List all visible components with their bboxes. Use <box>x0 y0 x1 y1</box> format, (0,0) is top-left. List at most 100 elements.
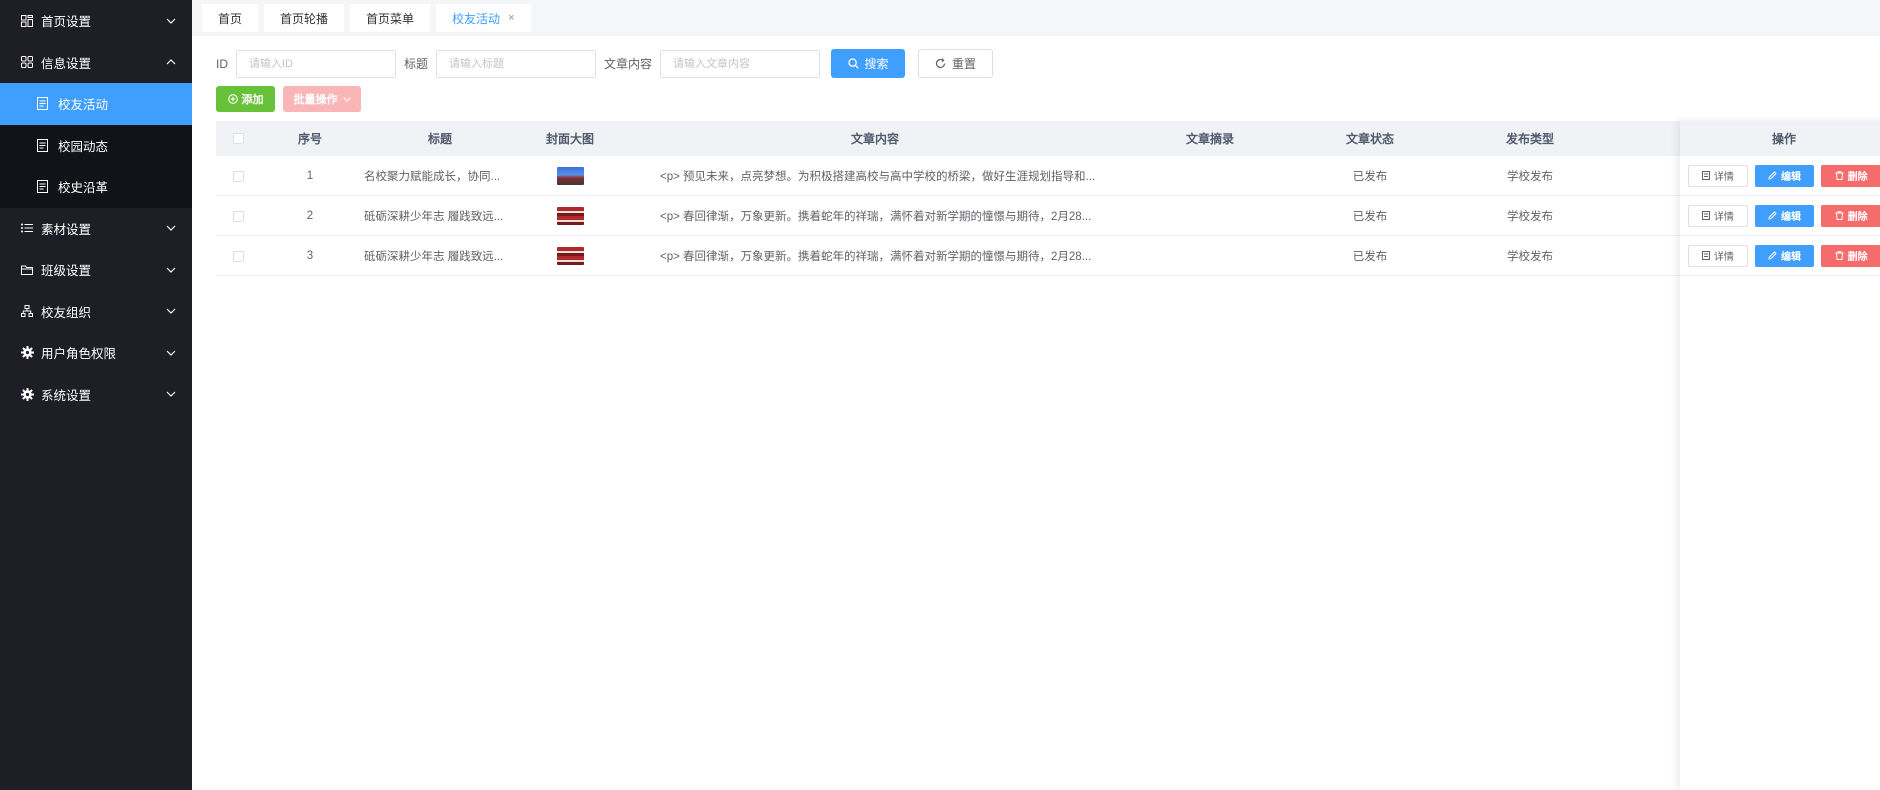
column-header: 序号 <box>297 132 322 146</box>
cell-no: 2 <box>306 210 314 222</box>
action-bar: 添加 批量操作 <box>216 86 361 112</box>
delete-button[interactable]: 删除 <box>1821 204 1880 227</box>
sidebar-item-user-role-permissions[interactable]: 用户角色权限 <box>0 332 192 374</box>
tab-label: 首页轮播 <box>280 11 329 26</box>
header-checkbox-cell <box>216 121 260 156</box>
detail-button[interactable]: 详情 <box>1688 204 1748 227</box>
operations-row: 详情 编辑 删除 <box>1680 156 1880 196</box>
select-all-checkbox[interactable] <box>232 133 244 144</box>
sidebar-subitem-alumni-activities[interactable]: 校友活动 <box>0 83 192 125</box>
sidebar-subitem-label: 校友活动 <box>58 98 109 113</box>
delete-button[interactable]: 删除 <box>1821 164 1880 187</box>
tabs-bar: 首页 首页轮播 首页菜单 校友活动 × <box>192 0 1880 36</box>
cell-cover <box>520 236 620 276</box>
folder-icon <box>20 263 34 277</box>
cell-type: 学校发布 <box>1507 171 1553 183</box>
cell-no: 1 <box>306 170 314 182</box>
sidebar-subitem-school-history[interactable]: 校史沿革 <box>0 166 192 208</box>
chevron-down-icon <box>166 16 176 26</box>
batch-actions-button[interactable]: 批量操作 <box>283 86 361 112</box>
operations-row: 详情 编辑 删除 <box>1680 236 1880 276</box>
cell-content: <p> 春回律渐，万象更新。携着蛇年的祥瑞，满怀着对新学期的憧憬与期待，2月28… <box>660 211 1092 223</box>
sidebar-item-material-settings[interactable]: 素材设置 <box>0 208 192 250</box>
row-checkbox-cell <box>216 236 260 276</box>
detail-button-label: 详情 <box>1713 252 1734 263</box>
delete-button-label: 删除 <box>1847 172 1868 183</box>
cover-thumbnail[interactable] <box>556 247 584 265</box>
tab-home[interactable]: 首页 <box>202 4 259 32</box>
row-checkbox[interactable] <box>232 210 244 222</box>
trash-icon <box>1835 171 1844 180</box>
reset-button-label: 重置 <box>952 57 977 71</box>
tab-home-menu[interactable]: 首页菜单 <box>350 4 431 32</box>
id-input[interactable] <box>236 49 396 78</box>
column-header: 发布类型 <box>1505 132 1554 146</box>
main-content: 首页 首页轮播 首页菜单 校友活动 × ID 标题 文章内容 搜索 重置 添加 … <box>192 0 1880 790</box>
table-row: 3 砥砺深耕少年志 履践致远... <p> 春回律渐，万象更新。携着蛇年的祥瑞，… <box>216 236 1872 276</box>
document-icon <box>36 138 49 152</box>
cell-status: 已发布 <box>1352 171 1388 183</box>
cover-thumbnail[interactable] <box>556 207 584 225</box>
batch-actions-label: 批量操作 <box>293 94 338 106</box>
detail-button[interactable]: 详情 <box>1688 164 1748 187</box>
column-header: 文章摘录 <box>1185 132 1234 146</box>
sidebar-item-label: 信息设置 <box>41 56 92 71</box>
edit-button[interactable]: 编辑 <box>1754 204 1815 227</box>
column-header: 文章内容 <box>850 132 899 146</box>
dashboard-icon <box>20 14 34 28</box>
sidebar-item-system-settings[interactable]: 系统设置 <box>0 374 192 416</box>
content-input[interactable] <box>660 49 821 78</box>
cell-excerpt <box>1130 196 1290 236</box>
cell-excerpt <box>1130 156 1290 196</box>
cell-status: 已发布 <box>1352 251 1388 263</box>
column-header: 文章状态 <box>1345 132 1394 146</box>
search-button[interactable]: 搜索 <box>831 49 906 78</box>
tab-label: 首页 <box>218 11 243 26</box>
search-icon <box>847 58 859 69</box>
detail-button[interactable]: 详情 <box>1688 244 1748 267</box>
tab-alumni-activities[interactable]: 校友活动 × <box>436 4 531 32</box>
delete-button-label: 删除 <box>1847 212 1868 223</box>
row-checkbox[interactable] <box>232 170 244 182</box>
cover-thumbnail[interactable] <box>556 167 584 185</box>
sidebar-item-home-settings[interactable]: 首页设置 <box>0 0 192 42</box>
row-checkbox[interactable] <box>232 250 244 262</box>
cell-title: 砥砺深耕少年志 履践致远... <box>364 251 504 263</box>
sidebar-subitem-label: 校园动态 <box>58 139 109 154</box>
gear-icon <box>20 346 34 360</box>
cell-title: 砥砺深耕少年志 履践致远... <box>364 211 504 223</box>
column-header: 标题 <box>427 132 452 146</box>
trash-icon <box>1835 211 1844 220</box>
chevron-down-icon <box>166 348 176 358</box>
pencil-icon <box>1768 211 1777 220</box>
org-icon <box>20 304 34 318</box>
sidebar-item-class-settings[interactable]: 班级设置 <box>0 249 192 291</box>
title-label: 标题 <box>404 57 429 71</box>
pencil-icon <box>1768 171 1777 180</box>
edit-button[interactable]: 编辑 <box>1754 244 1815 267</box>
sidebar-item-alumni-org[interactable]: 校友组织 <box>0 291 192 333</box>
chevron-down-icon <box>166 389 176 399</box>
row-checkbox-cell <box>216 196 260 236</box>
column-header: 操作 <box>1680 121 1880 156</box>
grid-icon <box>20 55 34 69</box>
tab-home-carousel[interactable]: 首页轮播 <box>264 4 345 32</box>
reset-button[interactable]: 重置 <box>918 49 994 78</box>
sidebar-item-info-settings[interactable]: 信息设置 <box>0 42 192 84</box>
add-button-label: 添加 <box>241 94 264 106</box>
sidebar-item-label: 系统设置 <box>41 388 92 403</box>
operations-column: 操作 详情 编辑 删除 详情 编辑 删除 详情 编辑 删除 <box>1680 121 1880 790</box>
tab-label: 校友活动 <box>452 11 501 26</box>
pencil-icon <box>1768 251 1777 260</box>
add-button[interactable]: 添加 <box>216 86 275 112</box>
edit-button-label: 编辑 <box>1781 252 1801 263</box>
edit-button[interactable]: 编辑 <box>1754 164 1815 187</box>
list-icon <box>20 221 34 235</box>
cell-content: <p> 预见未来，点亮梦想。为积极搭建高校与高中学校的桥梁，做好生涯规划指导和.… <box>660 171 1096 183</box>
sidebar-subitem-campus-news[interactable]: 校园动态 <box>0 124 192 166</box>
delete-button[interactable]: 删除 <box>1821 244 1880 267</box>
table-header: 序号 标题 封面大图 文章内容 文章摘录 文章状态 发布类型 阅读数 <box>216 121 1872 156</box>
detail-button-label: 详情 <box>1713 172 1734 183</box>
close-icon[interactable]: × <box>508 12 514 24</box>
title-input[interactable] <box>436 49 597 78</box>
